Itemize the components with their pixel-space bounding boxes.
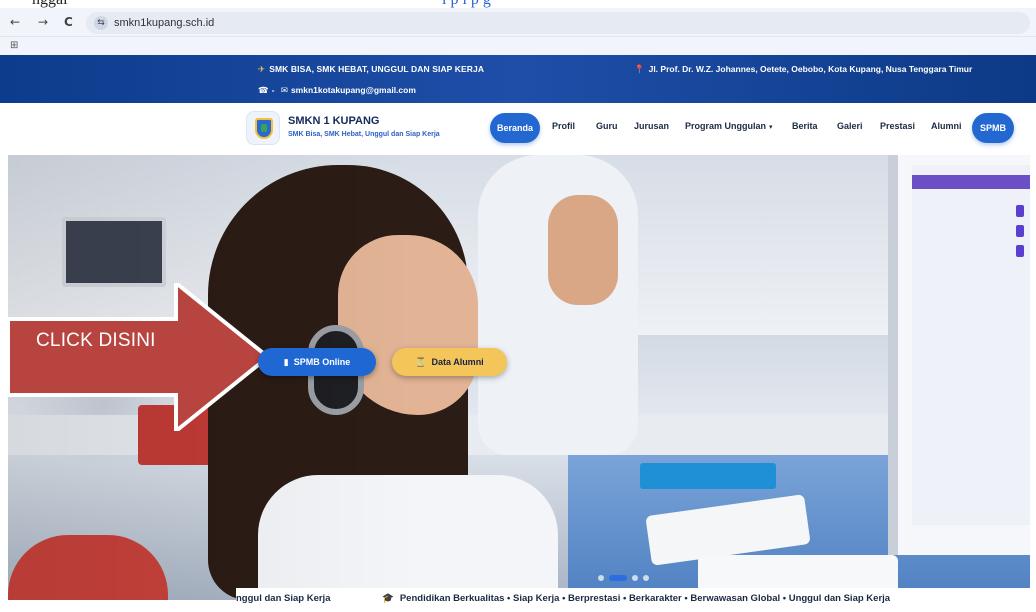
news-ticker: nggul dan Siap Kerja 🎓 Pendidikan Berkual… <box>236 588 1030 612</box>
nav-item-guru[interactable]: Guru <box>596 121 618 131</box>
nav-item-berita[interactable]: Berita <box>792 121 818 131</box>
nav-item-program-unggulan[interactable]: Program Unggulan ▾ <box>685 121 773 131</box>
slider-dot[interactable] <box>598 575 604 581</box>
click-here-arrow <box>8 283 268 431</box>
hourglass-icon: ⏳ <box>415 358 427 368</box>
tagline-text: SMK BISA, SMK HEBAT, UNGGUL DAN SIAP KER… <box>269 64 485 74</box>
site-info-icon[interactable]: ⇆ <box>94 16 108 30</box>
apps-icon[interactable]: ⊞ <box>10 40 18 51</box>
slider-dot[interactable] <box>632 575 638 581</box>
rocket-icon: ✈ <box>258 65 266 75</box>
school-logo[interactable] <box>246 111 280 145</box>
nav-item-prestasi[interactable]: Prestasi <box>880 121 915 131</box>
brand-title[interactable]: SMKN 1 KUPANG <box>288 115 379 127</box>
back-icon[interactable]: ← <box>10 15 20 29</box>
program-unggulan-label: Program Unggulan <box>685 121 767 131</box>
email-link[interactable]: smkn1kotakupang@gmail.com <box>291 85 416 95</box>
bookmark-bar: ⊞ <box>0 37 1036 55</box>
site-topbar: ✈ SMK BISA, SMK HEBAT, UNGGUL DAN SIAP KE… <box>0 55 1036 103</box>
shield-logo-icon <box>255 118 273 139</box>
slider-dot[interactable] <box>643 575 649 581</box>
caption-text: nggal <box>32 0 68 8</box>
ticker-message: 🎓 Pendidikan Berkualitas • Siap Kerja • B… <box>382 593 890 604</box>
site-navbar: SMKN 1 KUPANG SMK Bisa, SMK Hebat, Unggu… <box>0 103 1036 155</box>
nav-item-galeri[interactable]: Galeri <box>837 121 863 131</box>
browser-toolbar: ← → C ⇆ smkn1kupang.sch.id <box>0 8 1036 37</box>
spmb-online-label: SPMB Online <box>293 357 351 367</box>
caption-strip: nggal l p l p g <box>0 0 1036 8</box>
graduation-cap-icon: 🎓 <box>382 593 394 604</box>
forward-icon[interactable]: → <box>38 15 48 29</box>
slider-dot[interactable] <box>609 575 627 581</box>
slider-indicators <box>598 573 662 583</box>
topbar-contact: ☎ - ✉ smkn1kotakupang@gmail.com <box>258 85 416 96</box>
location-pin-icon: 📍 <box>634 65 645 75</box>
phone-icon: ☎ <box>258 86 269 96</box>
nav-item-spmb[interactable]: SPMB <box>972 113 1014 143</box>
nav-item-beranda[interactable]: Beranda <box>490 113 540 143</box>
data-alumni-button[interactable]: ⏳ Data Alumni <box>392 348 507 376</box>
mail-icon: ✉ <box>280 86 288 96</box>
address-bar[interactable]: ⇆ smkn1kupang.sch.id <box>86 12 1030 34</box>
address-text: Jl. Prof. Dr. W.Z. Johannes, Oetete, Oeb… <box>648 64 973 74</box>
nav-item-jurusan[interactable]: Jurusan <box>634 121 669 131</box>
reload-icon[interactable]: C <box>64 15 73 29</box>
document-icon: ▮ <box>283 358 289 368</box>
topbar-address: 📍 Jl. Prof. Dr. W.Z. Johannes, Oetete, Oe… <box>634 64 972 75</box>
url-text[interactable]: smkn1kupang.sch.id <box>114 17 214 29</box>
phone-dash: - <box>271 85 275 95</box>
spmb-online-button[interactable]: ▮ SPMB Online <box>258 348 376 376</box>
brand-subtitle: SMK Bisa, SMK Hebat, Unggul dan Siap Ker… <box>288 131 440 138</box>
data-alumni-label: Data Alumni <box>431 357 484 367</box>
nav-item-alumni[interactable]: Alumni <box>931 121 962 131</box>
ticker-lead: nggul dan Siap Kerja <box>236 593 331 604</box>
caption-link[interactable]: l p l p g <box>442 0 491 8</box>
click-here-label: CLICK DISINI <box>36 330 156 351</box>
ticker-text: Pendidikan Berkualitas • Siap Kerja • Be… <box>399 593 891 604</box>
chevron-down-icon: ▾ <box>769 123 773 131</box>
nav-item-profil[interactable]: Profil <box>552 121 575 131</box>
topbar-tagline: ✈ SMK BISA, SMK HEBAT, UNGGUL DAN SIAP KE… <box>258 64 484 75</box>
